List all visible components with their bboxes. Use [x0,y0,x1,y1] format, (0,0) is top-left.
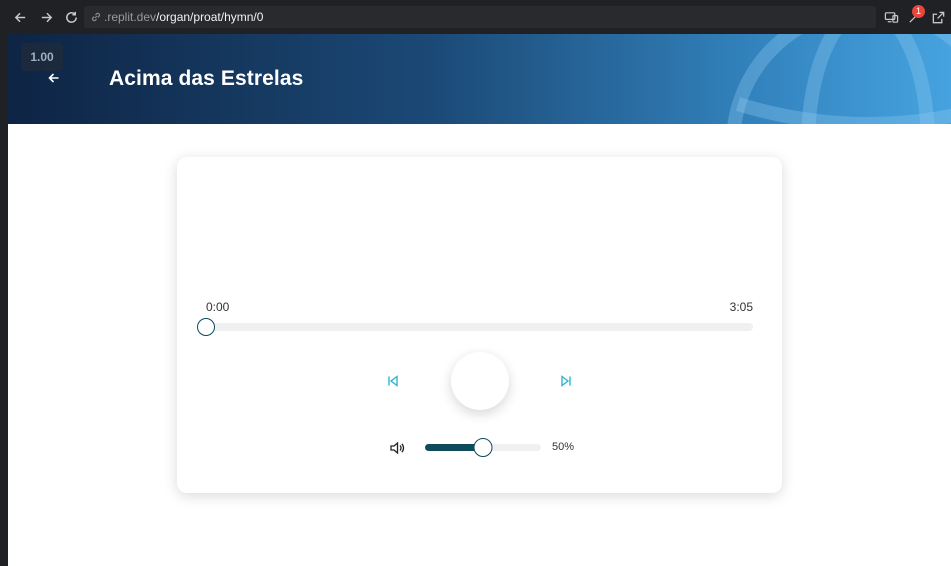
skip-next-icon[interactable] [559,374,573,388]
browser-reload-icon[interactable] [63,9,79,25]
url-host: .replit.dev [104,10,157,24]
browser-back-icon[interactable] [12,9,28,25]
volume-icon[interactable] [389,440,405,456]
browser-forward-icon[interactable] [38,9,54,25]
volume-thumb[interactable] [473,438,493,457]
volume-slider[interactable] [425,438,541,457]
page-viewport: 1.00 Acima das Estrelas 0:00 3:05 50% [8,34,951,566]
player-card: 0:00 3:05 50% [177,157,782,493]
link-icon [91,12,101,22]
playback-speed-chip[interactable]: 1.00 [21,43,63,71]
total-time: 3:05 [729,300,753,314]
url-path: /organ/proat/hymn/0 [156,10,264,24]
current-time: 0:00 [206,300,230,314]
page-title: Acima das Estrelas [109,67,304,90]
app-header: 1.00 Acima das Estrelas [8,34,951,124]
open-external-icon[interactable] [929,8,947,26]
progress-slider[interactable] [197,318,753,336]
browser-toolbar: .replit.dev/organ/proat/hymn/0 1 [0,0,951,34]
back-arrow-icon[interactable] [46,70,62,86]
devices-icon[interactable] [882,8,900,26]
progress-thumb[interactable] [197,318,215,336]
skip-previous-icon[interactable] [386,374,400,388]
play-button[interactable] [451,352,509,410]
globe-decoration-icon [727,34,951,124]
volume-percent: 50% [552,441,575,453]
address-bar[interactable]: .replit.dev/organ/proat/hymn/0 [84,6,876,28]
notification-badge: 1 [912,5,925,18]
